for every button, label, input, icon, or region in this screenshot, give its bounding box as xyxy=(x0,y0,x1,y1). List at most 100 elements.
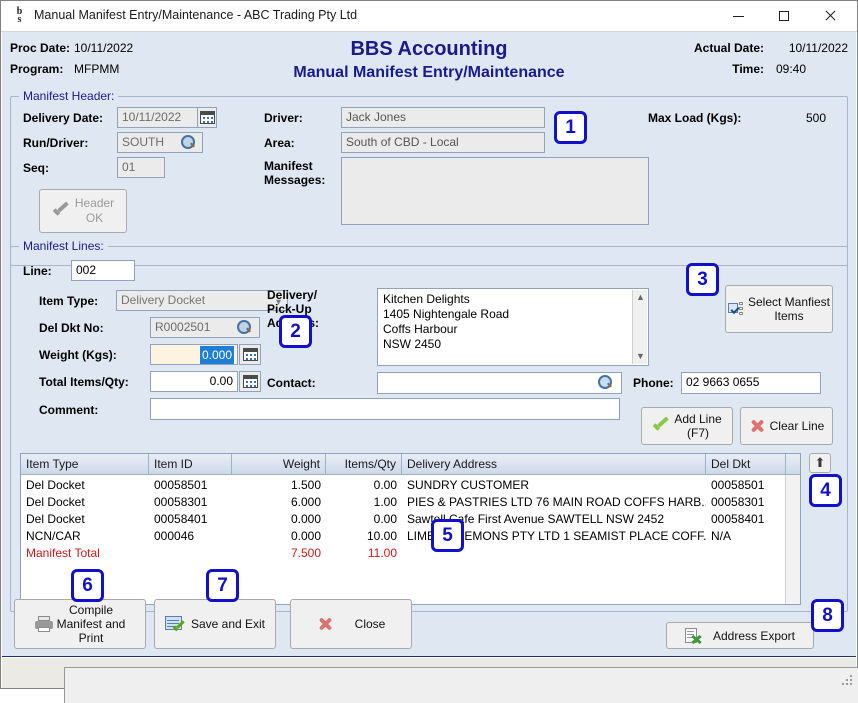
select-manifest-items-label-line2: Items xyxy=(748,309,830,323)
app-title-line2: Manual Manifest Entry/Maintenance xyxy=(2,64,856,82)
contact-lookup-button[interactable] xyxy=(598,375,612,389)
cell-del-dkt: 00058401 xyxy=(706,511,786,528)
select-manifest-items-button[interactable]: Select Manfiest Items xyxy=(725,285,833,333)
seq-input[interactable]: 01 xyxy=(117,157,165,178)
grid-vertical-scrollbar[interactable] xyxy=(785,475,800,604)
arrow-up-icon: ⬆ xyxy=(815,455,826,471)
comment-input[interactable] xyxy=(150,398,620,420)
manifest-messages-textarea[interactable] xyxy=(341,157,649,225)
x-icon xyxy=(749,418,765,434)
phone-input[interactable]: 02 9663 0655 xyxy=(681,372,821,394)
cell-del-dkt: 00058301 xyxy=(706,494,786,511)
callout-7: 7 xyxy=(206,569,239,602)
grid-header-row: Item Type Item ID Weight Items/Qty Deliv… xyxy=(21,454,800,475)
line-input[interactable]: 002 xyxy=(71,260,135,281)
cell-item-type: Del Docket xyxy=(21,494,149,511)
total-items-label: Total Items/Qty: xyxy=(39,375,129,389)
cell-weight: 6.000 xyxy=(232,494,326,511)
minimize-button[interactable] xyxy=(715,1,761,31)
compile-manifest-and-print-button[interactable]: Compile Manifest and Print xyxy=(14,599,146,649)
line-label: Line: xyxy=(23,264,52,278)
table-row[interactable]: Del Docket 00058501 1.500 0.00 SUNDRY CU… xyxy=(21,477,800,494)
printer-icon xyxy=(35,616,53,632)
column-header-delivery-address[interactable]: Delivery Address xyxy=(402,454,706,474)
magnifier-icon xyxy=(598,375,612,389)
column-header-del-dkt[interactable]: Del Dkt xyxy=(706,454,786,474)
area-input[interactable]: South of CBD - Local xyxy=(341,132,545,153)
manifest-lines-legend: Manifest Lines: xyxy=(19,239,108,253)
cell-total-weight: 7.500 xyxy=(232,545,326,562)
column-header-weight[interactable]: Weight xyxy=(232,454,326,474)
header-ok-label-line2: OK xyxy=(75,211,114,226)
column-header-item-type[interactable]: Item Type xyxy=(21,454,149,474)
save-icon xyxy=(165,616,183,632)
del-dkt-no-lookup-button[interactable] xyxy=(237,320,251,334)
add-line-button[interactable]: Add Line (F7) xyxy=(641,407,733,445)
cell-items-qty: 10.00 xyxy=(326,528,402,545)
column-header-items-qty[interactable]: Items/Qty xyxy=(326,454,402,474)
bbs-logo-icon: bs xyxy=(11,8,28,25)
run-driver-lookup-button[interactable] xyxy=(181,135,195,149)
total-items-calculator-button[interactable] xyxy=(239,371,261,392)
clear-line-button[interactable]: Clear Line xyxy=(740,407,833,445)
driver-input[interactable]: Jack Jones xyxy=(341,107,545,128)
cell-item-id: 00058401 xyxy=(149,511,232,528)
weight-calculator-button[interactable] xyxy=(239,344,261,365)
address-line: NSW 2450 xyxy=(383,337,643,352)
title-bar: bs Manual Manifest Entry/Maintenance - A… xyxy=(1,1,857,32)
address-scrollbar[interactable]: ▲ ▼ xyxy=(632,290,647,364)
resize-grip-icon[interactable] xyxy=(842,675,852,685)
compile-label-line2: Manifest and xyxy=(57,617,126,631)
application-window: bs Manual Manifest Entry/Maintenance - A… xyxy=(0,0,858,689)
address-export-label: Address Export xyxy=(713,629,795,643)
comment-label: Comment: xyxy=(39,403,98,417)
address-label-line1: Delivery/ xyxy=(267,288,319,302)
contact-input[interactable] xyxy=(377,372,622,394)
scroll-down-icon[interactable]: ▼ xyxy=(633,349,648,364)
move-row-up-button[interactable]: ⬆ xyxy=(809,453,831,473)
cell-total-items-qty: 11.00 xyxy=(326,545,402,562)
callout-3: 3 xyxy=(686,263,719,296)
save-and-exit-button[interactable]: Save and Exit xyxy=(154,599,276,649)
add-line-label-line1: Add Line xyxy=(674,412,721,426)
table-row[interactable]: NCN/CAR 000046 0.000 10.00 LIMES & LEMON… xyxy=(21,528,800,545)
time-value: 09:40 xyxy=(776,62,806,76)
item-type-select[interactable]: Delivery Docket ▾ xyxy=(116,290,288,311)
form-body: Proc Date: 10/11/2022 Program: MFPMM BBS… xyxy=(2,32,856,657)
address-export-button[interactable]: Address Export xyxy=(666,622,814,649)
cell-items-qty: 0.00 xyxy=(326,477,402,494)
table-row[interactable]: Del Docket 00058401 0.000 0.00 Sawtell C… xyxy=(21,511,800,528)
table-row[interactable]: Del Docket 00058301 6.000 1.00 PIES & PA… xyxy=(21,494,800,511)
close-window-button[interactable] xyxy=(807,1,853,31)
close-button[interactable]: Close xyxy=(290,599,412,649)
weight-label: Weight (Kgs): xyxy=(39,348,117,362)
seq-label: Seq: xyxy=(23,161,49,175)
compile-label-line1: Compile xyxy=(57,603,126,617)
maximize-button[interactable] xyxy=(761,1,807,31)
delivery-pickup-address-textarea[interactable]: Kitchen Delights 1405 Nightengale Road C… xyxy=(377,288,649,366)
cell-item-type: NCN/CAR xyxy=(21,528,149,545)
item-type-selected-value: Delivery Docket xyxy=(121,293,205,307)
status-bar xyxy=(2,658,856,688)
header-ok-button[interactable]: Header OK xyxy=(39,189,127,233)
clear-line-label: Clear Line xyxy=(770,419,825,433)
weight-input[interactable]: 0.000 xyxy=(150,344,238,365)
cell-delivery-address: PIES & PASTRIES LTD 76 MAIN ROAD COFFS H… xyxy=(402,494,706,511)
scroll-up-icon[interactable]: ▲ xyxy=(633,290,648,305)
address-line: Coffs Harbour xyxy=(383,322,643,337)
callout-1: 1 xyxy=(554,111,587,144)
minimize-icon xyxy=(733,16,744,17)
total-items-input[interactable]: 0.00 xyxy=(150,371,238,392)
manifest-lines-group: Manifest Lines: Line: 002 Item Type: Del… xyxy=(10,246,848,612)
export-icon xyxy=(685,628,701,644)
manifest-items-grid[interactable]: Item Type Item ID Weight Items/Qty Deliv… xyxy=(20,453,801,605)
column-header-item-id[interactable]: Item ID xyxy=(149,454,232,474)
weight-input-value: 0.000 xyxy=(200,346,234,364)
cell-item-id: 00058301 xyxy=(149,494,232,511)
max-load-label: Max Load (Kgs): xyxy=(648,111,741,125)
actual-date-label: Actual Date: xyxy=(694,41,764,55)
header-ok-label-line1: Header xyxy=(75,196,114,211)
callout-5: 5 xyxy=(431,519,464,552)
delivery-date-calendar-button[interactable] xyxy=(197,107,217,128)
cell-weight: 1.500 xyxy=(232,477,326,494)
